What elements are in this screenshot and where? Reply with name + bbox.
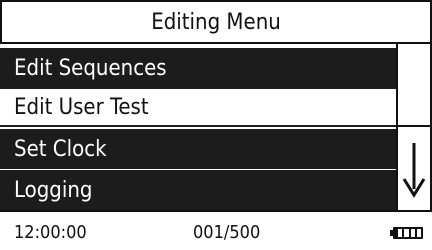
arrow-down-icon — [402, 142, 426, 198]
scroll-down-button[interactable] — [396, 127, 432, 210]
clock-readout: 12:00:00 — [14, 222, 87, 243]
menu-item-label: Edit User Test — [14, 94, 149, 120]
device-screen: Editing Menu Edit Sequences Edit User Te… — [0, 0, 432, 250]
menu-header: Editing Menu — [0, 0, 432, 44]
battery-icon — [393, 227, 423, 239]
menu-item-edit-user-test[interactable]: Edit User Test — [0, 87, 398, 127]
menu-item-set-clock[interactable]: Set Clock — [0, 129, 398, 169]
menu-item-label: Logging — [14, 177, 93, 203]
menu-item-logging[interactable]: Logging — [0, 170, 398, 210]
menu-item-label: Edit Sequences — [14, 55, 167, 81]
test-counter: 001/500 — [193, 222, 261, 243]
menu-title: Editing Menu — [151, 9, 281, 35]
status-bar: 12:00:00 001/500 — [0, 210, 432, 250]
menu-item-edit-sequences[interactable]: Edit Sequences — [0, 48, 398, 88]
menu-item-label: Set Clock — [14, 136, 107, 162]
